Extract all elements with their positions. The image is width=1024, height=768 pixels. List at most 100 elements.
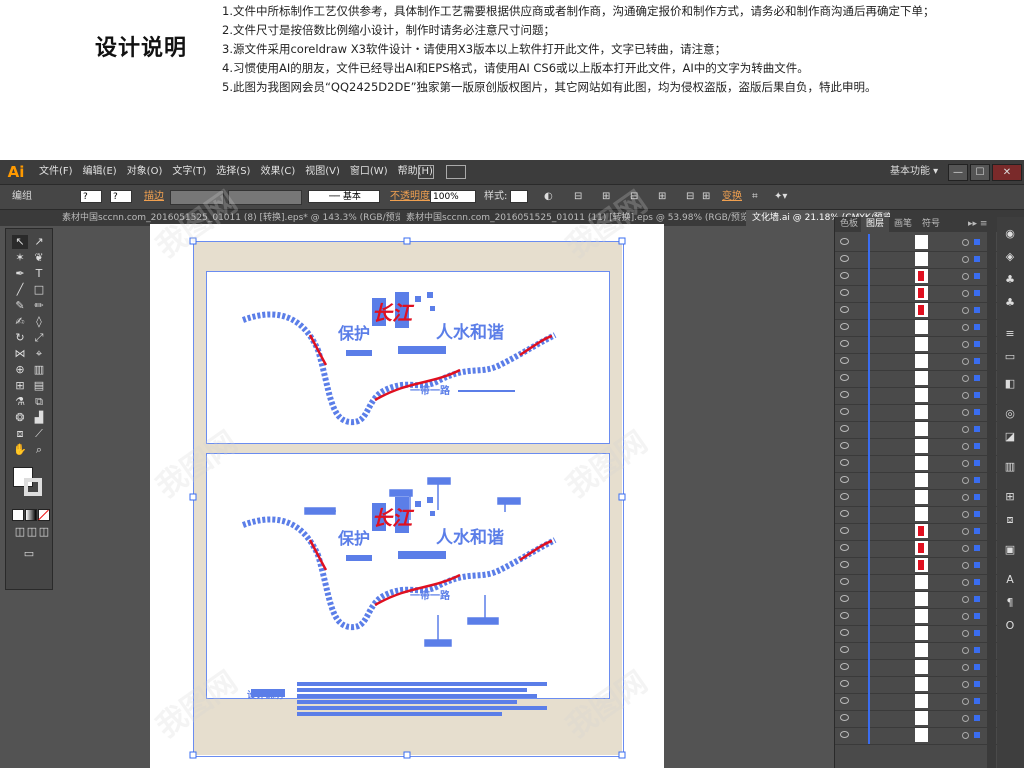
layer-row[interactable]: [835, 455, 997, 473]
selection-indicator[interactable]: [974, 732, 980, 738]
selection-indicator[interactable]: [974, 528, 980, 534]
visibility-eye-icon[interactable]: [840, 272, 849, 279]
layer-row[interactable]: [835, 676, 997, 694]
visibility-eye-icon[interactable]: [840, 714, 849, 721]
layer-row[interactable]: [835, 370, 997, 388]
layer-row[interactable]: [835, 404, 997, 422]
visibility-eye-icon[interactable]: [840, 629, 849, 636]
visibility-eye-icon[interactable]: [840, 476, 849, 483]
selection-indicator[interactable]: [974, 613, 980, 619]
visibility-eye-icon[interactable]: [840, 374, 849, 381]
gradient-icon[interactable]: ▥: [1003, 460, 1017, 474]
layers-scrollbar[interactable]: [987, 232, 996, 768]
layer-row[interactable]: [835, 387, 997, 405]
maximize-button[interactable]: ☐: [970, 164, 990, 181]
selection-indicator[interactable]: [974, 256, 980, 262]
layer-row[interactable]: [835, 234, 997, 252]
selection-indicator[interactable]: [974, 494, 980, 500]
layer-row[interactable]: [835, 302, 997, 320]
target-icon[interactable]: [962, 409, 969, 416]
clubs-panel-icon[interactable]: ♣: [1003, 296, 1017, 310]
selection-indicator[interactable]: [974, 307, 980, 313]
target-icon[interactable]: [962, 273, 969, 280]
visibility-eye-icon[interactable]: [840, 595, 849, 602]
selection-indicator[interactable]: [974, 511, 980, 517]
color-panel-icon[interactable]: ◉: [1003, 227, 1017, 241]
layer-row[interactable]: [835, 489, 997, 507]
layer-row[interactable]: [835, 659, 997, 677]
visibility-eye-icon[interactable]: [840, 544, 849, 551]
target-icon[interactable]: [962, 562, 969, 569]
visibility-eye-icon[interactable]: [840, 357, 849, 364]
layer-row[interactable]: [835, 251, 997, 269]
layer-row[interactable]: [835, 319, 997, 337]
close-button[interactable]: ✕: [992, 164, 1022, 181]
visibility-eye-icon[interactable]: [840, 459, 849, 466]
layer-row[interactable]: [835, 353, 997, 371]
target-icon[interactable]: [962, 290, 969, 297]
visibility-eye-icon[interactable]: [840, 697, 849, 704]
visibility-eye-icon[interactable]: [840, 323, 849, 330]
target-icon[interactable]: [962, 239, 969, 246]
selection-indicator[interactable]: [974, 647, 980, 653]
visibility-eye-icon[interactable]: [840, 340, 849, 347]
selection-indicator[interactable]: [974, 426, 980, 432]
layer-row[interactable]: [835, 727, 997, 745]
tab-symbols[interactable]: 符号: [917, 217, 945, 232]
layer-row[interactable]: [835, 472, 997, 490]
target-icon[interactable]: [962, 664, 969, 671]
tab-layers[interactable]: 图层: [861, 217, 890, 232]
layer-row[interactable]: [835, 540, 997, 558]
visibility-eye-icon[interactable]: [840, 731, 849, 738]
visibility-eye-icon[interactable]: [840, 289, 849, 296]
visibility-eye-icon[interactable]: [840, 442, 849, 449]
layer-row[interactable]: [835, 557, 997, 575]
target-icon[interactable]: [962, 528, 969, 535]
selection-indicator[interactable]: [974, 239, 980, 245]
selection-indicator[interactable]: [974, 545, 980, 551]
visibility-eye-icon[interactable]: [840, 306, 849, 313]
selection-indicator[interactable]: [974, 324, 980, 330]
gradient-panel-icon[interactable]: ▭: [1003, 350, 1017, 364]
opentype-panel-icon[interactable]: O: [1003, 619, 1017, 633]
selection-indicator[interactable]: [974, 579, 980, 585]
target-icon[interactable]: [962, 375, 969, 382]
paragraph-panel-icon[interactable]: ¶: [1003, 596, 1017, 610]
selection-indicator[interactable]: [974, 273, 980, 279]
target-icon[interactable]: [962, 341, 969, 348]
appearance-panel-icon[interactable]: ◎: [1003, 407, 1017, 421]
workspace-switcher[interactable]: 基本功能 ▾: [890, 160, 938, 184]
visibility-eye-icon[interactable]: [840, 493, 849, 500]
target-icon[interactable]: [962, 698, 969, 705]
target-icon[interactable]: [962, 443, 969, 450]
visibility-eye-icon[interactable]: [840, 527, 849, 534]
selection-indicator[interactable]: [974, 596, 980, 602]
layer-row[interactable]: [835, 642, 997, 660]
selection-indicator[interactable]: [974, 477, 980, 483]
layer-row[interactable]: [835, 693, 997, 711]
target-icon[interactable]: [962, 256, 969, 263]
visibility-eye-icon[interactable]: [840, 680, 849, 687]
panel-menu-icon[interactable]: ▸▸ ≡: [963, 217, 992, 232]
selection-indicator[interactable]: [974, 375, 980, 381]
visibility-eye-icon[interactable]: [840, 663, 849, 670]
tab-brushes[interactable]: 画笔: [889, 217, 917, 232]
selection-indicator[interactable]: [974, 409, 980, 415]
target-icon[interactable]: [962, 460, 969, 467]
target-icon[interactable]: [962, 307, 969, 314]
target-icon[interactable]: [962, 358, 969, 365]
target-icon[interactable]: [962, 681, 969, 688]
selection-indicator[interactable]: [974, 460, 980, 466]
tab-swatches[interactable]: 色板: [835, 217, 863, 232]
visibility-eye-icon[interactable]: [840, 391, 849, 398]
layer-row[interactable]: [835, 438, 997, 456]
character-panel-icon[interactable]: A: [1003, 573, 1017, 587]
target-icon[interactable]: [962, 511, 969, 518]
layer-row[interactable]: [835, 591, 997, 609]
transparency-panel-icon[interactable]: ◧: [1003, 377, 1017, 391]
layer-row[interactable]: [835, 268, 997, 286]
target-icon[interactable]: [962, 630, 969, 637]
selection-indicator[interactable]: [974, 681, 980, 687]
target-icon[interactable]: [962, 613, 969, 620]
target-icon[interactable]: [962, 715, 969, 722]
